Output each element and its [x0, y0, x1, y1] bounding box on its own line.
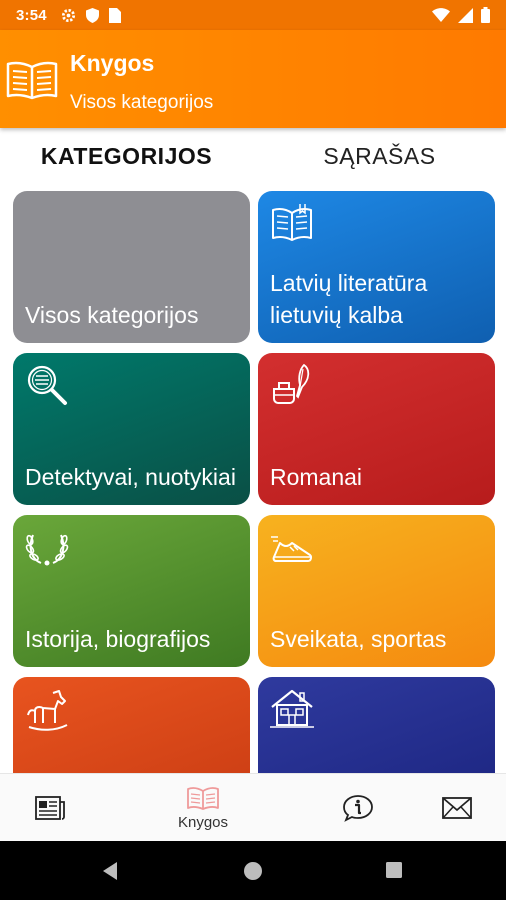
house-icon	[270, 689, 314, 728]
status-bar: 3:54	[0, 0, 506, 30]
category-tile-detektyvai[interactable]: Detektyvai, nuotykiai	[13, 353, 250, 505]
home-button[interactable]	[243, 861, 263, 881]
category-tile-istorija[interactable]: Istorija, biografijos	[13, 515, 250, 667]
sim-card-icon	[108, 7, 121, 23]
book-icon	[187, 786, 219, 810]
nav-item-news[interactable]	[20, 774, 80, 842]
inkwell-quill-icon	[273, 363, 310, 404]
tab-bar: KATEGORIJOS SĄRAŠAS	[0, 128, 506, 184]
tab-sarasas[interactable]: SĄRAŠAS	[253, 128, 506, 184]
battery-icon	[481, 7, 490, 23]
magnifier-icon	[27, 365, 67, 405]
category-tile-sveikata[interactable]: Sveikata, sportas	[258, 515, 495, 667]
open-book-icon	[6, 61, 58, 100]
open-book-icon	[272, 204, 312, 241]
category-label: Romanai	[270, 464, 363, 490]
category-tile-latviu-literatura[interactable]: Latvių literatūra lietuvių kalba	[258, 191, 495, 343]
nav-item-contact[interactable]	[428, 774, 486, 842]
running-shoe-icon	[271, 536, 313, 562]
nav-item-info[interactable]	[328, 774, 388, 842]
category-label: Istorija, biografijos	[25, 626, 211, 652]
category-tile-romanai[interactable]: Romanai	[258, 353, 495, 505]
envelope-icon	[442, 797, 472, 819]
nav-item-knygos[interactable]: Knygos	[166, 774, 240, 842]
signal-icon	[458, 7, 473, 23]
category-tile-namai[interactable]	[258, 677, 495, 773]
newspaper-icon	[35, 796, 65, 820]
category-grid: Visos kategorijos Latvių literatūra liet…	[13, 191, 495, 773]
app-subtitle: Visos kategorijos	[70, 92, 214, 113]
rocking-horse-icon	[27, 690, 68, 731]
laurel-wreath-icon	[25, 534, 69, 566]
recents-button[interactable]	[385, 861, 403, 879]
gear-icon	[61, 8, 75, 22]
tab-kategorijos[interactable]: KATEGORIJOS	[0, 128, 253, 184]
category-tile-visos[interactable]: Visos kategorijos	[13, 191, 250, 343]
status-time: 3:54	[16, 6, 47, 24]
bottom-navigation: Knygos	[0, 773, 506, 841]
back-button[interactable]	[100, 861, 120, 881]
info-icon	[343, 795, 373, 822]
app-bar: Knygos Visos kategorijos	[0, 30, 506, 128]
app-title: Knygos	[70, 50, 155, 76]
system-navigation-bar	[0, 841, 506, 900]
category-label: Visos kategorijos	[25, 302, 199, 328]
nav-label-knygos: Knygos	[177, 813, 229, 831]
category-tile-vaikams[interactable]	[13, 677, 250, 773]
category-label: Latvių literatūra lietuvių kalba	[270, 270, 428, 328]
shield-icon	[85, 7, 99, 23]
category-label: Sveikata, sportas	[270, 626, 447, 652]
category-label: Detektyvai, nuotykiai	[25, 464, 236, 490]
wifi-icon	[432, 8, 450, 22]
